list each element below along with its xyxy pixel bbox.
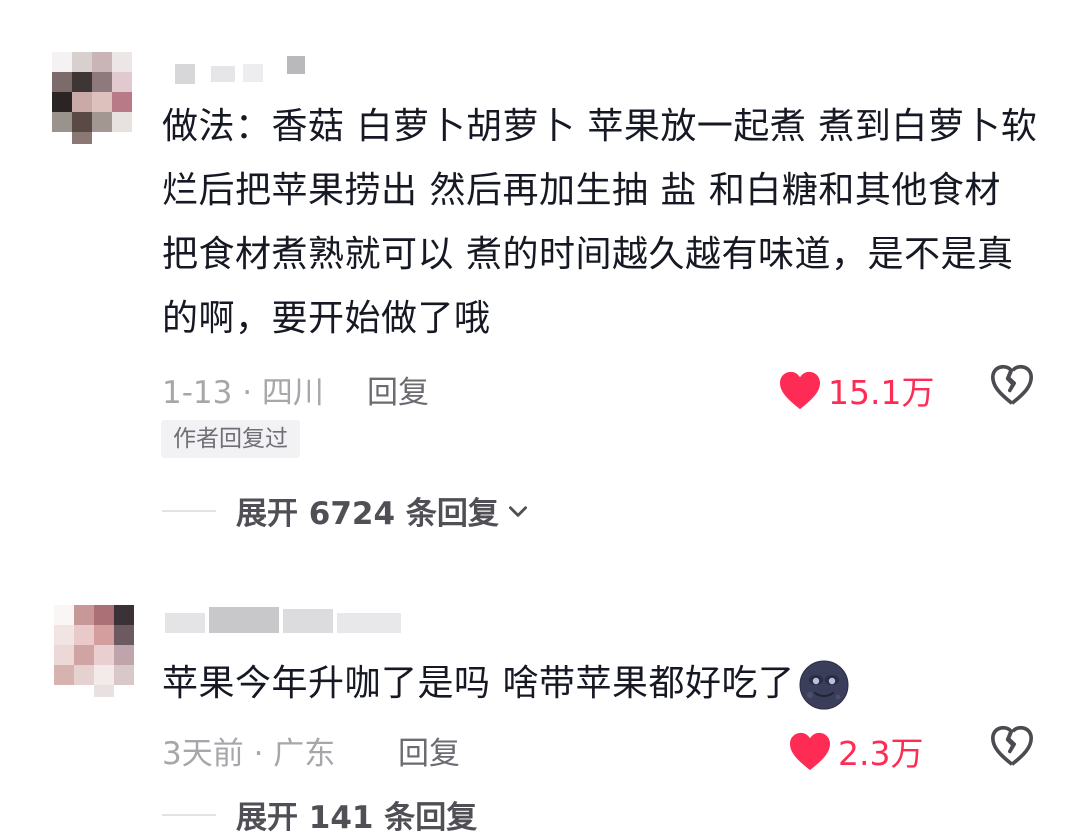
reply-button[interactable]: 回复 bbox=[398, 728, 460, 773]
dark-moon-face-emoji-icon bbox=[799, 660, 849, 710]
divider bbox=[162, 509, 216, 512]
author-replied-badge: 作者回复过 bbox=[161, 420, 300, 458]
expand-replies-label: 展开 141 条回复 bbox=[236, 800, 478, 836]
username-blurred[interactable] bbox=[175, 56, 305, 84]
avatar[interactable] bbox=[54, 605, 142, 697]
broken-heart-icon[interactable] bbox=[990, 725, 1034, 767]
expand-replies-button[interactable]: 展开 6724 条回复 bbox=[162, 488, 531, 533]
heart-filled-icon bbox=[790, 732, 830, 771]
comment-date-location: 3天前 · 广东 bbox=[162, 736, 336, 772]
reply-button[interactable]: 回复 bbox=[367, 367, 429, 412]
expand-replies-button[interactable]: 展开 141 条回复 bbox=[162, 792, 477, 837]
like-count: 15.1万 bbox=[828, 373, 935, 412]
comment-text: 做法：香菇 白萝卜胡萝卜 苹果放一起煮 煮到白萝卜软烂后把苹果捞出 然后再加生抽… bbox=[162, 106, 1038, 339]
chevron-down-icon bbox=[508, 505, 527, 517]
comment-date-location: 1-13 · 四川 bbox=[162, 375, 324, 411]
like-button[interactable]: 15.1万 bbox=[778, 366, 934, 414]
avatar[interactable] bbox=[52, 52, 144, 144]
divider bbox=[162, 813, 216, 816]
heart-filled-icon bbox=[780, 371, 820, 410]
comment-text-content: 苹果今年升咖了是吗 啥带苹果都好吃了 bbox=[162, 663, 795, 704]
like-button[interactable]: 2.3万 bbox=[788, 727, 923, 775]
comment-text: 苹果今年升咖了是吗 啥带苹果都好吃了 bbox=[162, 652, 1042, 716]
username-blurred[interactable] bbox=[165, 607, 405, 633]
expand-replies-label: 展开 6724 条回复 bbox=[236, 496, 499, 532]
broken-heart-icon[interactable] bbox=[990, 364, 1034, 406]
like-count: 2.3万 bbox=[838, 734, 924, 773]
